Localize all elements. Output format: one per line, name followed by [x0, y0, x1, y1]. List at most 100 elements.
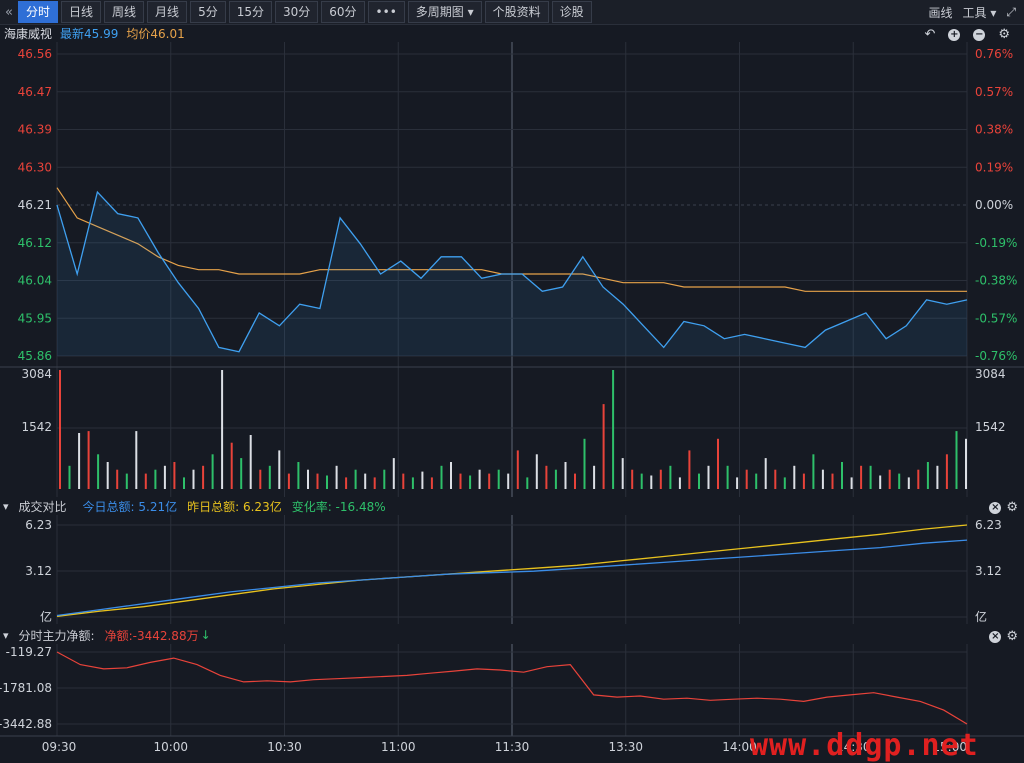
volume-bar	[488, 473, 491, 489]
volume-bar	[621, 458, 624, 489]
tab-daily[interactable]: 日线	[61, 1, 102, 23]
volume-bar	[650, 475, 653, 489]
pct-tick-label: -0.38%	[975, 274, 1017, 288]
pct-tick-label: 0.19%	[975, 160, 1013, 174]
tab-5min[interactable]: 5分	[190, 1, 226, 23]
collapse-icon[interactable]: ▾	[3, 629, 9, 642]
close-icon[interactable]: ×	[989, 501, 1002, 514]
volume-bar	[316, 473, 319, 489]
turnover-tick-label: 6.23	[975, 518, 1002, 532]
volume-bar	[583, 438, 586, 489]
more-periods-button[interactable]: •••	[367, 1, 405, 23]
close-icon[interactable]: ×	[989, 630, 1002, 643]
volume-bar	[726, 465, 729, 489]
tab-monthly[interactable]: 月线	[147, 1, 188, 23]
gear-icon[interactable]: ⚙	[998, 27, 1010, 42]
time-tick-label: 11:00	[381, 740, 416, 754]
volume-bar	[869, 465, 872, 489]
diagnose-button[interactable]: 诊股	[551, 1, 592, 23]
multi-period-button[interactable]: 多周期图 ▾	[407, 1, 482, 23]
volume-bar	[297, 462, 300, 489]
stock-name: 海康威视	[4, 26, 53, 41]
tools-menu-button[interactable]: 工具 ▾	[963, 4, 997, 21]
volume-bar	[860, 465, 863, 489]
volume-bar	[450, 462, 452, 489]
volume-bar	[268, 465, 271, 489]
volume-bar	[249, 435, 252, 489]
volume-bar	[364, 473, 367, 489]
volume-bar	[678, 477, 681, 489]
volume-bar	[192, 469, 195, 489]
volume-bar	[850, 477, 853, 489]
zoom-out-icon[interactable]: −	[973, 28, 986, 41]
volume-bar	[211, 454, 214, 489]
zoom-in-icon[interactable]: +	[948, 28, 961, 41]
volume-bar	[955, 431, 958, 489]
pct-tick-label: 0.38%	[975, 123, 1013, 137]
pct-tick-label: -0.76%	[975, 349, 1017, 363]
collapse-icon[interactable]: ▾	[3, 500, 9, 513]
volume-bar	[965, 438, 967, 489]
double-chevron-left-icon[interactable]: «	[0, 5, 18, 20]
price-tick-label: 46.47	[18, 85, 52, 99]
volume-bar	[593, 465, 596, 489]
price-tick-label: 46.04	[18, 274, 52, 288]
volume-bar	[497, 469, 500, 489]
volume-bar	[640, 473, 643, 489]
netflow-pane-header: ▾ 分时主力净额: 净额:-3442.88万 ↓ × ⚙	[0, 626, 1024, 644]
tab-weekly[interactable]: 周线	[104, 1, 145, 23]
volume-bar	[783, 477, 786, 489]
tab-60min[interactable]: 60分	[321, 1, 365, 23]
volume-bar	[526, 477, 529, 489]
volume-tick-label: 1542	[975, 420, 1006, 434]
undo-icon[interactable]: ↶	[924, 27, 935, 42]
volume-bar	[135, 431, 138, 489]
watermark: www.ddgp.net	[750, 728, 979, 763]
volume-bar	[59, 370, 61, 489]
volume-bar	[163, 465, 166, 489]
volume-bar	[907, 477, 910, 489]
volume-bar	[87, 431, 90, 489]
volume-bar	[202, 465, 205, 489]
chevron-down-icon: ▾	[467, 5, 474, 19]
today-turnover-label: 今日总额: 5.21亿	[82, 499, 178, 514]
tab-30min[interactable]: 30分	[274, 1, 319, 23]
turnover-tick-label: 3.12	[975, 564, 1002, 578]
volume-bar	[812, 454, 815, 489]
fullscreen-icon[interactable]: ⤢	[1006, 5, 1016, 20]
gear-icon[interactable]: ⚙	[1006, 500, 1018, 515]
volume-bar	[373, 477, 376, 489]
tab-intraday[interactable]: 分时	[18, 1, 59, 23]
volume-bar	[240, 458, 243, 489]
volume-bar	[383, 469, 386, 489]
volume-bar	[259, 469, 262, 489]
volume-bar	[173, 462, 176, 489]
volume-bar	[516, 450, 519, 489]
period-toolbar: « 分时 日线 周线 月线 5分 15分 30分 60分 ••• 多周期图 ▾ …	[0, 0, 1024, 25]
turnover-tick-label: 6.23	[25, 518, 52, 532]
price-tick-label: 46.12	[18, 236, 52, 250]
volume-bar	[698, 473, 700, 489]
yesterday-turnover-label: 昨日总额: 6.23亿	[187, 499, 282, 514]
pct-tick-label: -0.19%	[975, 236, 1017, 250]
stock-profile-button[interactable]: 个股资料	[484, 1, 549, 23]
turnover-title: 成交对比	[18, 499, 67, 514]
tab-15min[interactable]: 15分	[228, 1, 272, 23]
draw-line-button[interactable]: 画线	[929, 4, 953, 21]
turnover-pane-header: ▾ 成交对比 今日总额: 5.21亿 昨日总额: 6.23亿 变化率: -16.…	[0, 497, 1024, 515]
volume-bar	[764, 458, 767, 489]
tools-label: 工具	[962, 5, 987, 20]
volume-bar	[154, 469, 157, 489]
volume-bar	[917, 469, 920, 489]
volume-bar	[659, 469, 662, 489]
gear-icon[interactable]: ⚙	[1006, 629, 1018, 644]
turnover-chart: 6.23 6.23 3.12 3.12 亿 亿	[25, 515, 1002, 624]
volume-bar	[736, 477, 739, 489]
volume-bar	[688, 450, 691, 489]
volume-bar	[821, 469, 824, 489]
volume-bar	[459, 473, 462, 489]
multi-period-label: 多周期图	[415, 5, 464, 19]
netflow-title: 分时主力净额:	[18, 628, 95, 643]
volume-bar	[926, 462, 929, 489]
price-tick-label: 46.39	[18, 123, 52, 137]
